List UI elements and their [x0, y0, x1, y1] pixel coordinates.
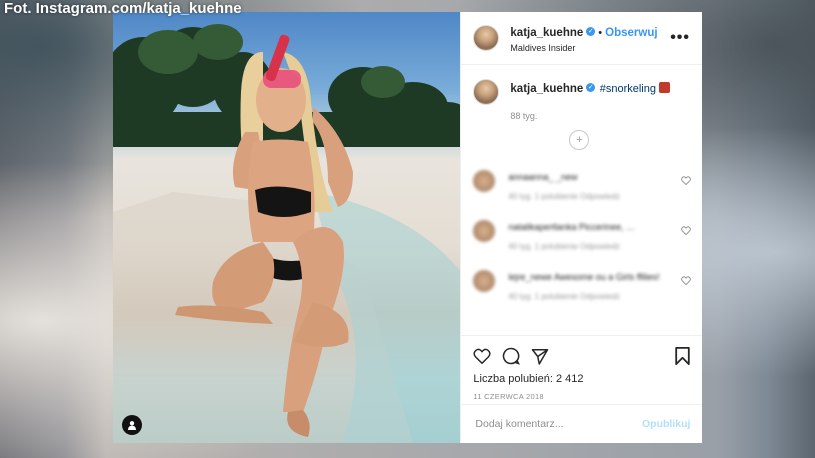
hashtag-link[interactable]: #snorkeling [600, 83, 656, 95]
photo-credit: Fot. Instagram.com/katja_kuehne [4, 0, 242, 17]
add-comment-bar: Opublikuj [461, 404, 703, 443]
comment-bubble-icon[interactable] [502, 347, 521, 365]
post-actions: Liczba polubień: 2 412 11 CZERWCA 2018 [461, 335, 703, 401]
bookmark-icon[interactable] [675, 347, 691, 365]
caption: katja_kuehne ✓ #snorkeling 88 tyg. [461, 65, 702, 121]
follow-button[interactable]: Obserwuj [605, 27, 657, 39]
instagram-post: katja_kuehne ✓ • Obserwuj Maldives Insider … [113, 12, 703, 443]
caption-avatar[interactable] [473, 79, 500, 105]
post-sidebar: katja_kuehne ✓ • Obserwuj Maldives Insider … [460, 12, 703, 443]
comment-avatar[interactable] [473, 170, 496, 192]
comment-text: natalikapertlanka Piccerinee, … [508, 222, 635, 232]
share-paper-plane-icon[interactable] [531, 348, 549, 365]
verified-badge-icon: ✓ [586, 27, 596, 37]
avatar[interactable] [473, 25, 500, 51]
publish-button[interactable]: Opublikuj [642, 418, 690, 430]
heart-icon[interactable] [681, 176, 692, 185]
like-heart-icon[interactable] [473, 348, 491, 364]
location-link[interactable]: Maldives Insider [510, 43, 670, 53]
verified-badge-icon: ✓ [586, 83, 596, 93]
comment-input[interactable] [473, 417, 642, 431]
comment-list: annaanna_ _new 40 tyg. 1 polubienie Odpo… [473, 166, 692, 316]
comment-text: lejre_newe Awesome ou a Girls ffilies! [508, 272, 660, 282]
heart-icon[interactable] [681, 276, 692, 285]
emoji-icon [659, 82, 670, 94]
caption-time: 88 tyg. [510, 111, 538, 121]
list-item: annaanna_ _new 40 tyg. 1 polubienie Odpo… [473, 166, 692, 216]
comment-avatar[interactable] [473, 220, 496, 242]
post-date: 11 CZERWCA 2018 [473, 392, 544, 401]
heart-icon[interactable] [681, 226, 692, 235]
post-photo[interactable] [113, 12, 461, 443]
separator-dot: • [598, 27, 603, 39]
username-link[interactable]: katja_kuehne [510, 27, 583, 39]
woman-snorkel-figure [113, 34, 461, 443]
comment-text: annaanna_ _new [508, 172, 578, 182]
comment-avatar[interactable] [473, 270, 496, 292]
list-item: lejre_newe Awesome ou a Girls ffilies! 4… [473, 266, 692, 316]
comment-meta: 40 tyg. 1 polubienie Odpowiedz [508, 192, 621, 201]
caption-username[interactable]: katja_kuehne [510, 83, 583, 95]
comment-meta: 40 tyg. 1 polubienie Odpowiedz [508, 292, 621, 301]
likes-count[interactable]: Liczba polubień: 2 412 [473, 373, 690, 385]
load-more-comments-icon[interactable]: + [569, 130, 590, 150]
comment-meta: 40 tyg. 1 polubienie Odpowiedz [508, 242, 621, 251]
more-options-icon[interactable]: ••• [670, 29, 690, 47]
tagged-users-icon[interactable] [122, 415, 142, 435]
post-header: katja_kuehne ✓ • Obserwuj Maldives Insider … [461, 12, 702, 65]
list-item: natalikapertlanka Piccerinee, … 40 tyg. … [473, 216, 692, 266]
